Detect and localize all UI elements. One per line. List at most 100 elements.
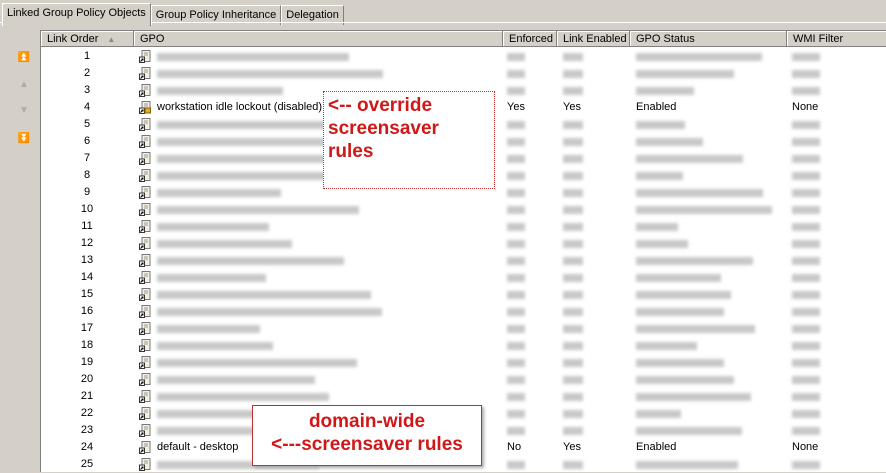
redacted-value [636, 308, 724, 316]
redacted-value [792, 359, 820, 367]
redacted-value [792, 223, 820, 231]
redacted-value [792, 189, 820, 197]
table-row[interactable]: 14 [41, 269, 886, 286]
link-order: 22 [80, 407, 94, 419]
redacted-value [792, 291, 820, 299]
redacted-value [563, 172, 583, 180]
table-row[interactable]: 13 [41, 252, 886, 269]
redacted-value [792, 461, 820, 469]
redacted-value [507, 172, 525, 180]
redacted-value [792, 53, 820, 61]
link-order: 13 [80, 254, 94, 266]
gpo-link-icon [139, 169, 151, 182]
table-row[interactable]: 19 [41, 354, 886, 371]
link-order: 15 [80, 288, 94, 300]
table-row[interactable]: 17 [41, 320, 886, 337]
redacted-value [507, 291, 525, 299]
move-down-button[interactable]: ▼ [14, 103, 34, 117]
move-bottom-button[interactable]: ⏬ [14, 131, 34, 145]
link-order: 8 [83, 169, 91, 181]
redacted-value [636, 223, 678, 231]
redacted-value [507, 376, 525, 384]
redacted-value [563, 53, 583, 61]
redacted-value [792, 325, 820, 333]
gpo-name: default - desktop [157, 441, 239, 453]
link-order: 5 [83, 118, 91, 130]
redacted-value [636, 274, 721, 282]
column-link-enabled[interactable]: Link Enabled [557, 31, 630, 47]
link-order: 2 [83, 67, 91, 79]
tab-linked-gpos[interactable]: Linked Group Policy Objects [2, 3, 151, 26]
gpo-link-icon [139, 118, 151, 131]
annotation-domain-wide: domain-wide <---screensaver rules [252, 405, 482, 466]
redacted-value [792, 240, 820, 248]
redacted-value [636, 376, 734, 384]
gpo-link-icon [139, 101, 151, 114]
redacted-value [636, 325, 755, 333]
redacted-value [636, 70, 734, 78]
link-order: 14 [80, 271, 94, 283]
redacted-value [636, 427, 742, 435]
redacted-value [563, 138, 583, 146]
link-order: 21 [80, 390, 94, 402]
link-order: 16 [80, 305, 94, 317]
gpo-link-icon [139, 373, 151, 386]
gpo-link-icon [139, 50, 151, 63]
redacted-value [636, 206, 772, 214]
redacted-value [792, 410, 820, 418]
table-row[interactable]: 12 [41, 235, 886, 252]
link-order: 18 [80, 339, 94, 351]
table-row[interactable]: 11 [41, 218, 886, 235]
gpo-link-icon [139, 356, 151, 369]
column-wmi-filter[interactable]: WMI Filter [787, 31, 886, 47]
redacted-value [563, 274, 583, 282]
table-row[interactable]: 15 [41, 286, 886, 303]
redacted-value [507, 393, 525, 401]
move-top-button[interactable]: ⏫ [14, 50, 34, 64]
table-row[interactable]: 20 [41, 371, 886, 388]
move-up-button[interactable]: ▲ [14, 77, 34, 91]
column-link-order[interactable]: Link Order ▲ [41, 31, 134, 47]
link-order: 6 [83, 135, 91, 147]
link-order: 11 [81, 220, 93, 232]
table-row[interactable]: 10 [41, 201, 886, 218]
link-order: 23 [80, 424, 94, 436]
tab-strip: Linked Group Policy Objects Group Policy… [2, 3, 344, 26]
redacted-value [792, 155, 820, 163]
redacted-value [563, 325, 583, 333]
redacted-value [792, 376, 820, 384]
redacted-value [636, 410, 681, 418]
column-enforced[interactable]: Enforced [503, 31, 557, 47]
redacted-value [792, 87, 820, 95]
column-gpo-status[interactable]: GPO Status [630, 31, 787, 47]
redacted-value [507, 427, 525, 435]
table-row[interactable]: 2 [41, 65, 886, 82]
redacted-value [563, 461, 583, 469]
redacted-gpo-name [157, 240, 292, 248]
column-gpo[interactable]: GPO [134, 31, 503, 47]
redacted-value [507, 359, 525, 367]
header-label: Link Order [47, 33, 99, 45]
redacted-value [636, 189, 763, 197]
redacted-gpo-name [157, 342, 273, 350]
redacted-gpo-name [157, 274, 266, 282]
gpo-link-icon [139, 424, 151, 437]
redacted-value [507, 342, 525, 350]
redacted-value [507, 223, 525, 231]
table-row[interactable]: 21 [41, 388, 886, 405]
redacted-gpo-name [157, 172, 332, 180]
redacted-value [507, 410, 525, 418]
enforced-value: No [507, 441, 522, 453]
link-order: 12 [80, 237, 94, 249]
redacted-value [792, 138, 820, 146]
redacted-value [636, 461, 738, 469]
table-row[interactable]: 1 [41, 48, 886, 65]
link-enabled-value: Yes [563, 101, 581, 113]
gpo-link-icon [139, 390, 151, 403]
redacted-gpo-name [157, 189, 281, 197]
redacted-value [792, 121, 820, 129]
table-row[interactable]: 18 [41, 337, 886, 354]
redacted-gpo-name [157, 359, 357, 367]
table-row[interactable]: 16 [41, 303, 886, 320]
redacted-value [636, 342, 697, 350]
